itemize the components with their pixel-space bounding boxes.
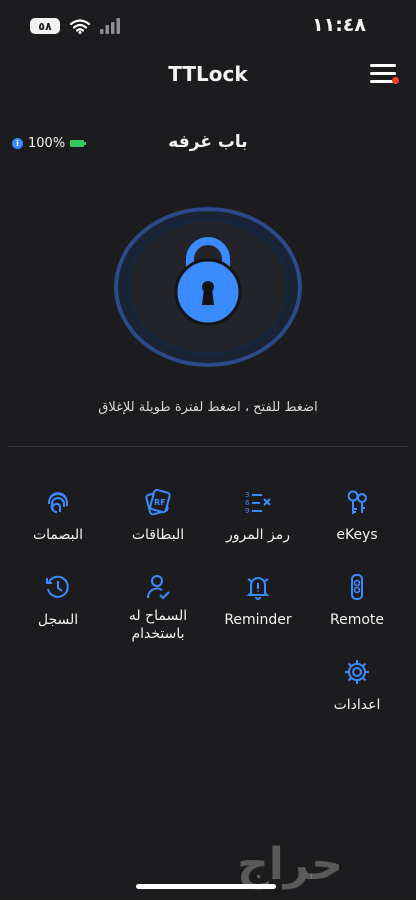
notification-dot bbox=[392, 77, 399, 84]
tile-passcodes-label: رمز المرور bbox=[226, 527, 290, 543]
tile-passcodes[interactable]: 3 6 9 رمز المرور bbox=[208, 488, 308, 544]
svg-text:3: 3 bbox=[245, 491, 249, 499]
tile-records-label: السجل bbox=[37, 612, 79, 628]
user-check-icon bbox=[147, 575, 170, 600]
tile-ekeys-label: eKeys bbox=[336, 527, 378, 543]
app-title: TTLock bbox=[168, 62, 248, 86]
tile-remote[interactable]: Remote bbox=[307, 573, 407, 629]
tile-remote-label: Remote bbox=[329, 612, 385, 628]
tile-fingerprints[interactable]: البصمات bbox=[8, 488, 108, 544]
tile-cards-label: البطاقات bbox=[131, 527, 185, 543]
watermark-text: حراج bbox=[237, 839, 343, 890]
tile-reminder[interactable]: Reminder bbox=[208, 573, 308, 629]
tile-settings-label: اعدادات bbox=[333, 697, 381, 713]
tile-settings[interactable]: اعدادات bbox=[307, 658, 407, 714]
card-icon: RF bbox=[145, 488, 171, 516]
wifi-icon bbox=[70, 18, 90, 34]
tile-fingerprints-label: البصمات bbox=[32, 527, 84, 543]
status-bar: ٥٨ ١١:٤٨ bbox=[0, 0, 416, 56]
bell-icon bbox=[246, 577, 270, 600]
fingerprint-icon bbox=[47, 492, 68, 513]
tile-records[interactable]: السجل bbox=[8, 573, 108, 629]
tile-reminder-label: Reminder bbox=[224, 612, 292, 628]
svg-text:6: 6 bbox=[245, 499, 250, 507]
remote-icon bbox=[351, 574, 363, 600]
clock-history-icon bbox=[46, 575, 69, 598]
svg-text:RF: RF bbox=[154, 498, 166, 507]
svg-text:9: 9 bbox=[245, 507, 249, 515]
status-icons: ٥٨ bbox=[30, 18, 120, 34]
lock-name: باب غرفه bbox=[168, 132, 248, 152]
tile-authorized-admin-label: السماح له باستخدام bbox=[128, 608, 188, 642]
passcode-icon: 3 6 9 bbox=[245, 491, 271, 515]
unlock-button[interactable] bbox=[114, 207, 302, 367]
tile-ekeys[interactable]: eKeys bbox=[307, 488, 407, 544]
app-header: TTLock bbox=[0, 56, 416, 96]
menu-button[interactable] bbox=[370, 64, 399, 86]
status-time: ١١:٤٨ bbox=[312, 14, 366, 36]
divider bbox=[8, 446, 408, 447]
key-icon bbox=[347, 490, 367, 514]
hamburger-icon bbox=[370, 64, 396, 67]
tile-cards[interactable]: RF البطاقات bbox=[108, 488, 208, 544]
gear-icon bbox=[345, 660, 369, 684]
lock-hint: اضغط للفتح ، اضغط لفترة طويلة للإغلاق bbox=[98, 400, 318, 415]
lock-ring bbox=[114, 207, 302, 367]
tile-authorized-admin[interactable]: السماح له باستخدام bbox=[108, 573, 208, 643]
battery-indicator: ٥٨ bbox=[30, 18, 60, 34]
cellular-signal-icon bbox=[100, 18, 120, 34]
home-indicator[interactable] bbox=[136, 884, 276, 889]
